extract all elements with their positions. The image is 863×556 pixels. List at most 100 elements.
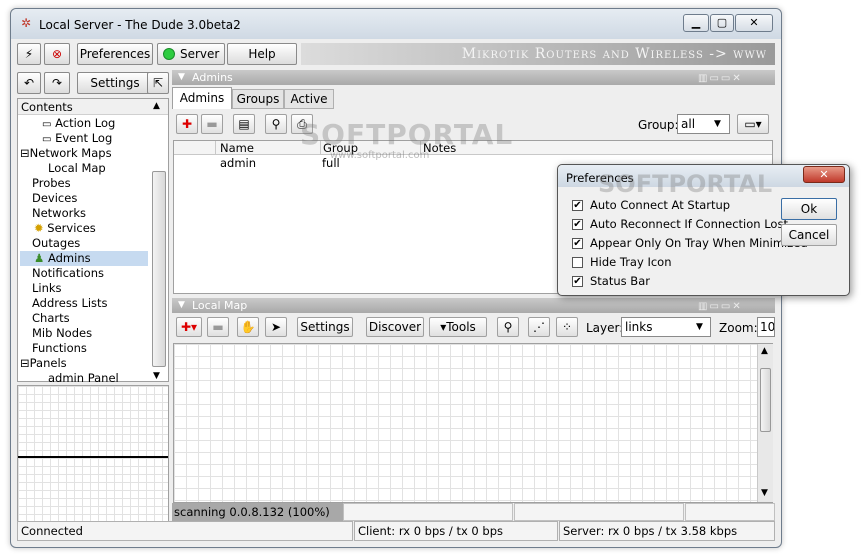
tree-item-mib-nodes[interactable]: Mib Nodes — [32, 326, 92, 341]
dialog-close-button[interactable]: ✕ — [803, 166, 845, 183]
cancel-button[interactable]: Cancel — [781, 224, 837, 246]
tree-header: Contents — [18, 99, 168, 115]
tree-item-networks[interactable]: Networks — [32, 206, 86, 221]
layout-icon[interactable]: ⋰ — [528, 317, 550, 337]
tree-label: Notifications — [32, 266, 104, 280]
tree-scroll-thumb[interactable] — [152, 171, 166, 367]
client-traffic: Client: rx 0 bps / tx 0 bps — [354, 521, 558, 541]
find-icon[interactable]: ⚲ — [497, 317, 519, 337]
zoom-input[interactable]: 10 — [757, 317, 775, 337]
tree-label: Charts — [32, 311, 70, 325]
pointer-icon[interactable]: ➤ — [265, 317, 287, 337]
add-icon[interactable]: ✚ — [176, 114, 198, 134]
discover-button[interactable]: Discover — [366, 317, 424, 337]
overview-map[interactable] — [17, 385, 169, 523]
add-device-icon[interactable]: ✚▾ — [176, 317, 202, 337]
tree-item-devices[interactable]: Devices — [32, 191, 77, 206]
tree-scrollbar[interactable]: ▲ ▼ — [150, 101, 168, 381]
panel-window-controls-icon[interactable]: ▥▭▭✕ — [698, 71, 772, 86]
server-button-label: Server — [180, 47, 220, 61]
chevron-down-icon[interactable]: ▼ — [178, 70, 185, 85]
scan-progress: scanning 0.0.8.132 (100%) — [172, 503, 343, 521]
map-scroll-thumb[interactable] — [760, 368, 771, 432]
find-icon[interactable]: ⚲ — [265, 114, 287, 134]
tree-item-panels[interactable]: ⊟Panels — [20, 356, 67, 371]
tree-item-charts[interactable]: Charts — [32, 311, 70, 326]
detach-window-icon[interactable]: ⇱ — [147, 72, 169, 94]
tree-item-links[interactable]: Links — [32, 281, 62, 296]
settings-button[interactable]: Settings — [77, 72, 153, 94]
scroll-up-icon[interactable]: ▲ — [761, 346, 768, 356]
layer-label: Layer: — [586, 321, 624, 335]
window-title: Local Server - The Dude 3.0beta2 — [39, 18, 241, 32]
chevron-down-icon: ▼ — [696, 322, 703, 332]
layer-select[interactable]: links ▼ — [621, 317, 711, 337]
tree-label: Devices — [32, 191, 78, 205]
columns-menu-icon[interactable]: ▭▾ — [737, 114, 769, 134]
tree-item-event-log[interactable]: ▭ Event Log — [42, 131, 112, 146]
tree-item-services[interactable]: ✹ Services — [34, 221, 96, 236]
checkbox[interactable]: ✔ — [572, 276, 583, 287]
mikrotik-banner[interactable]: Mikrotik Routers and Wireless -> www — [301, 43, 775, 65]
remove-icon[interactable]: ▬ — [201, 114, 223, 134]
scroll-down-icon[interactable]: ▼ — [761, 488, 768, 498]
tree-label: Action Log — [55, 116, 116, 130]
close-window-button[interactable]: ✕ — [735, 14, 773, 32]
tree-item-admin-panel[interactable]: admin Panel — [48, 371, 119, 386]
gear-icon: ✹ — [34, 221, 44, 235]
chevron-down-icon[interactable]: ▼ — [178, 298, 185, 313]
checkbox[interactable]: ✔ — [572, 238, 583, 249]
map-canvas[interactable]: ▲ ▼ — [173, 343, 773, 503]
panel-window-controls-icon[interactable]: ▥▭▭✕ — [698, 299, 772, 314]
group-select[interactable]: all ▼ — [677, 114, 730, 134]
tree-item-local-map[interactable]: Local Map — [48, 161, 106, 176]
preferences-button[interactable]: Preferences — [77, 43, 153, 65]
tree-item-action-log[interactable]: ▭ Action Log — [42, 116, 115, 131]
tab-active[interactable]: Active — [284, 89, 334, 109]
connect-icon[interactable]: ⚡ — [17, 43, 41, 65]
tree-item-functions[interactable]: Functions — [32, 341, 87, 356]
checkbox[interactable]: ✔ — [572, 200, 583, 211]
tree-label: Probes — [32, 176, 71, 190]
tree-item-notifications[interactable]: Notifications — [32, 266, 104, 281]
tree-item-probes[interactable]: Probes — [32, 176, 71, 191]
tab-admins[interactable]: Admins — [172, 87, 232, 109]
tree-item-outages[interactable]: Outages — [32, 236, 80, 251]
comment-icon[interactable]: ▤ — [233, 114, 255, 134]
server-button[interactable]: Server — [157, 43, 225, 65]
collapse-icon[interactable]: ⊟ — [20, 356, 30, 370]
watermark-logo-dialog: SOFTPORTAL — [598, 170, 773, 198]
scroll-up-icon[interactable]: ▲ — [153, 101, 160, 111]
zoom-value: 10 — [760, 320, 775, 334]
map-scrollbar[interactable]: ▲ ▼ — [757, 344, 773, 502]
hand-tool-icon[interactable]: ✋ — [237, 317, 259, 337]
disconnect-icon[interactable]: ⊗ — [44, 43, 70, 65]
minimize-button[interactable]: ▁ — [683, 14, 709, 32]
map-status-cell — [514, 503, 684, 521]
tree-label: Panels — [29, 356, 67, 370]
scroll-down-icon[interactable]: ▼ — [153, 371, 160, 381]
arrange-icon[interactable]: ⁘ — [556, 317, 578, 337]
server-status-icon — [163, 48, 175, 60]
log-icon: ▭ — [42, 119, 52, 130]
help-button[interactable]: Help — [227, 43, 297, 65]
tree-item-network-maps[interactable]: ⊟Network Maps — [20, 146, 112, 161]
tree-item-address-lists[interactable]: Address Lists — [32, 296, 108, 311]
maximize-button[interactable]: ▢ — [710, 14, 734, 32]
checkbox[interactable] — [572, 257, 583, 268]
ok-button[interactable]: Ok — [781, 198, 837, 220]
admins-panel-title: Admins — [192, 71, 233, 84]
group-select-value: all — [681, 117, 696, 131]
back-icon[interactable]: ↶ — [17, 72, 41, 94]
map-status-cell — [343, 503, 513, 521]
remove-icon[interactable]: ▬ — [207, 317, 229, 337]
map-settings-button[interactable]: Settings — [297, 317, 353, 337]
tab-groups[interactable]: Groups — [232, 89, 284, 109]
tools-button[interactable]: ▾Tools — [429, 317, 487, 337]
forward-icon[interactable]: ↷ — [44, 72, 70, 94]
dude-app-icon: ✲ — [20, 16, 32, 30]
tree-item-admins[interactable]: ♟ Admins — [20, 251, 148, 266]
column-name[interactable]: Name — [220, 141, 254, 155]
collapse-icon[interactable]: ⊟ — [20, 146, 30, 160]
checkbox[interactable]: ✔ — [572, 219, 583, 230]
